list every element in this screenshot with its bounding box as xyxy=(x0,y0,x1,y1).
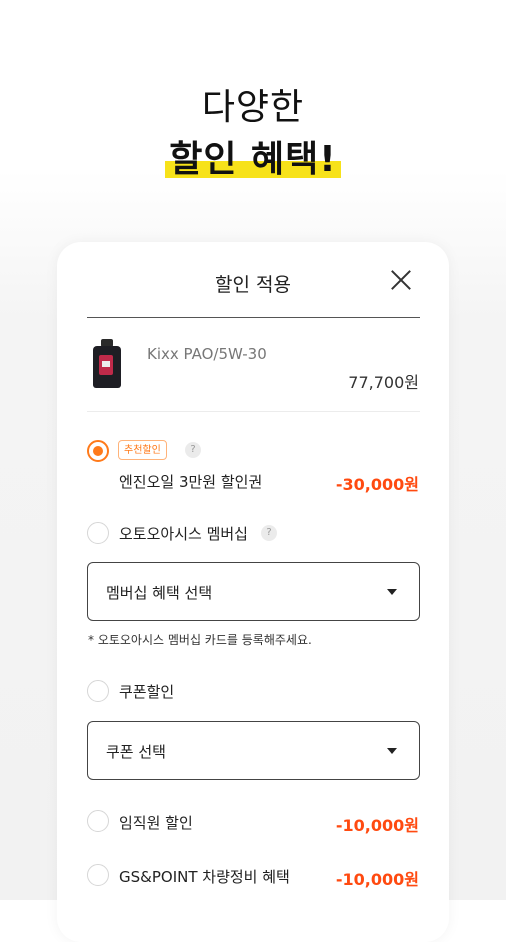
coupon-label: 쿠폰할인 xyxy=(119,683,175,701)
headline-line2: 할인 혜택! xyxy=(165,130,342,182)
product-price: 77,700원 xyxy=(348,373,419,392)
recommended-amount: -30,000원 xyxy=(335,475,419,494)
membership-select-value: 멤버십 혜택 선택 xyxy=(106,584,213,602)
recommended-radio[interactable] xyxy=(87,440,109,462)
gspoint-label: GS&POINT 차량정비 혜택 xyxy=(119,868,290,886)
coupon-select-value: 쿠폰 선택 xyxy=(106,743,166,761)
chevron-down-icon xyxy=(387,748,397,754)
headline-line2-wrap: 할인 혜택! xyxy=(0,130,506,182)
employee-label: 임직원 할인 xyxy=(119,814,193,832)
membership-radio[interactable] xyxy=(87,522,109,544)
gspoint-radio[interactable] xyxy=(87,864,109,886)
membership-label: 오토오아시스 멤버십 xyxy=(119,525,248,543)
discount-modal: 할인 적용 Kixx PAO/5W-30 77,700원 추천할인 ? 엔진오일… xyxy=(57,242,449,942)
oil-bottle-image xyxy=(93,339,121,388)
chevron-down-icon xyxy=(387,589,397,595)
coupon-radio[interactable] xyxy=(87,680,109,702)
recommended-label: 엔진오일 3만원 할인권 xyxy=(119,473,263,491)
header-divider xyxy=(87,317,420,318)
employee-radio[interactable] xyxy=(87,810,109,832)
membership-note: * 오토오아시스 멤버십 카드를 등록해주세요. xyxy=(88,633,312,647)
coupon-select[interactable]: 쿠폰 선택 xyxy=(87,721,420,780)
product-name: Kixx PAO/5W-30 xyxy=(147,345,267,363)
headline-line1: 다양한 xyxy=(201,87,305,128)
membership-help-icon[interactable]: ? xyxy=(261,525,277,541)
gspoint-amount: -10,000원 xyxy=(335,870,419,889)
employee-amount: -10,000원 xyxy=(335,816,419,835)
recommended-badge: 추천할인 xyxy=(118,440,167,460)
recommended-help-icon[interactable]: ? xyxy=(185,442,201,458)
membership-select[interactable]: 멤버십 혜택 선택 xyxy=(87,562,420,621)
product-divider xyxy=(87,411,420,412)
close-icon[interactable] xyxy=(391,270,411,290)
